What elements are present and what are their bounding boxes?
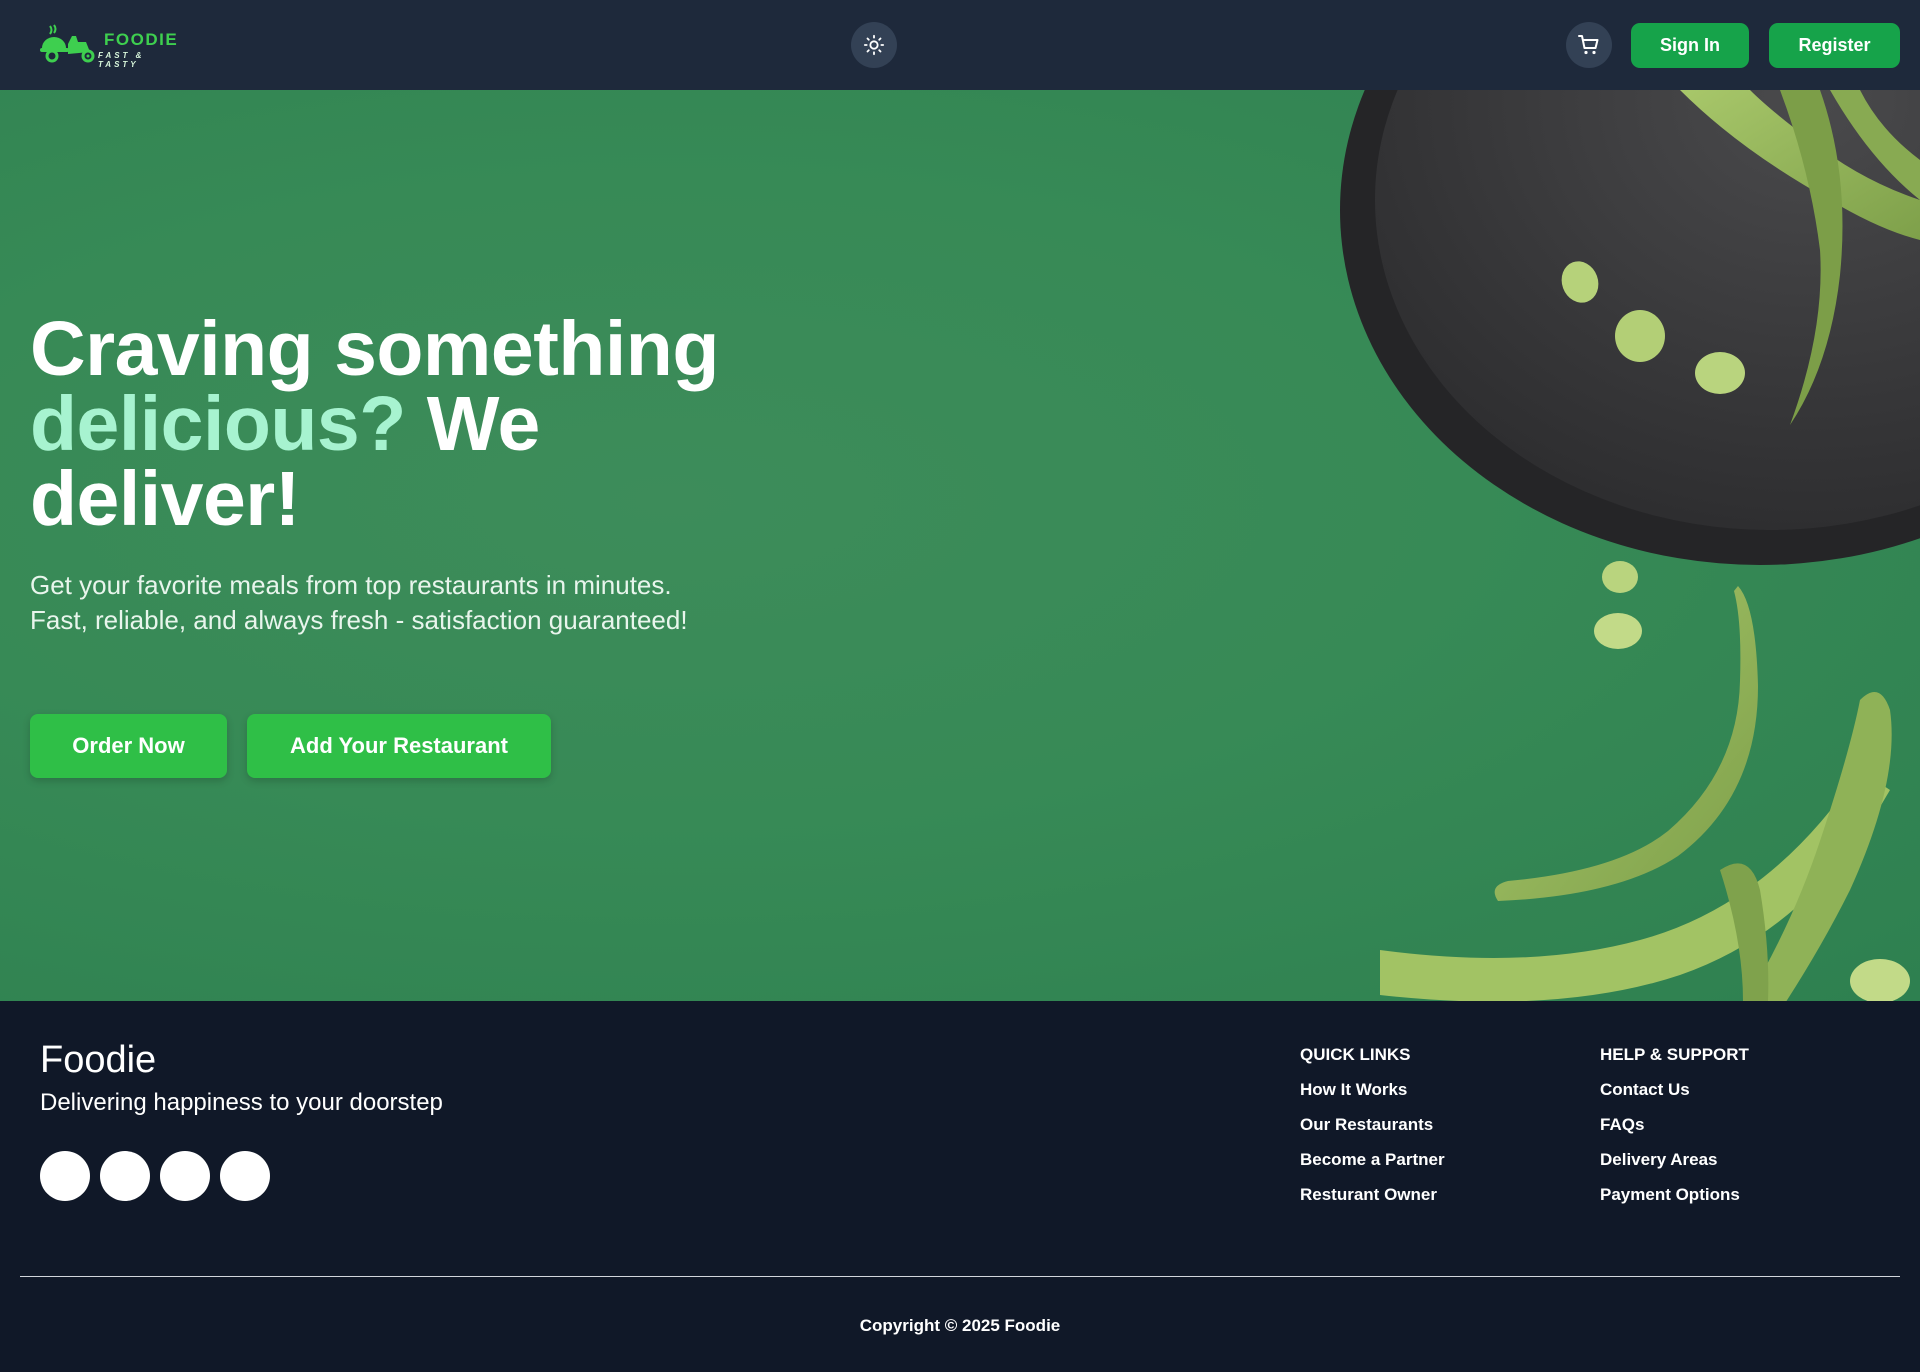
- link-delivery-areas[interactable]: Delivery Areas: [1600, 1150, 1749, 1170]
- quick-links-heading: QUICK LINKS: [1300, 1045, 1411, 1064]
- link-become-a-partner[interactable]: Become a Partner: [1300, 1150, 1445, 1170]
- social-links: [40, 1151, 270, 1201]
- link-restaurant-owner[interactable]: Resturant Owner: [1300, 1185, 1445, 1205]
- footer-divider: [20, 1276, 1900, 1277]
- hero-background-image: [1340, 90, 1920, 1001]
- social-icon-4[interactable]: [220, 1151, 270, 1201]
- logo-tagline: FAST & TASTY: [98, 51, 145, 69]
- top-navbar: FOODIE FAST & TASTY Sign In Register: [0, 0, 1920, 90]
- add-restaurant-button[interactable]: Add Your Restaurant: [247, 714, 551, 778]
- theme-toggle-button[interactable]: [851, 22, 897, 68]
- help-support-heading: HELP & SUPPORT: [1600, 1045, 1749, 1064]
- logo-name: FOODIE: [104, 30, 179, 49]
- hero-headline: Craving something delicious? We deliver!: [30, 311, 830, 538]
- headline-line-2-rest: We: [405, 381, 541, 467]
- sun-icon: [863, 34, 885, 56]
- hero-section: Craving something delicious? We deliver!…: [0, 90, 1920, 1001]
- copyright-text: Copyright © 2025 Foodie: [859, 1316, 1061, 1335]
- link-our-restaurants[interactable]: Our Restaurants: [1300, 1115, 1445, 1135]
- shopping-cart-icon: [1578, 35, 1599, 55]
- headline-line-3: deliver!: [30, 456, 300, 542]
- link-payment-options[interactable]: Payment Options: [1600, 1185, 1749, 1205]
- social-icon-2[interactable]: [100, 1151, 150, 1201]
- footer-brand: Foodie: [40, 1039, 157, 1081]
- link-how-it-works[interactable]: How It Works: [1300, 1080, 1445, 1100]
- site-footer: Foodie Delivering happiness to your door…: [0, 1001, 1920, 1372]
- footer-tagline: Delivering happiness to your doorstep: [40, 1089, 443, 1116]
- register-button[interactable]: Register: [1769, 23, 1900, 68]
- headline-accent-word: delicious?: [30, 381, 406, 467]
- foodie-logo[interactable]: FOODIE FAST & TASTY: [40, 22, 190, 69]
- social-icon-3[interactable]: [160, 1151, 210, 1201]
- help-support-column: HELP & SUPPORT Contact Us FAQs Delivery …: [1600, 1045, 1749, 1220]
- link-contact-us[interactable]: Contact Us: [1600, 1080, 1749, 1100]
- delivery-scooter-icon: [40, 24, 95, 63]
- order-now-button[interactable]: Order Now: [30, 714, 227, 778]
- sign-in-button[interactable]: Sign In: [1631, 23, 1749, 68]
- social-icon-1[interactable]: [40, 1151, 90, 1201]
- link-faqs[interactable]: FAQs: [1600, 1115, 1749, 1135]
- cart-button[interactable]: [1566, 22, 1612, 68]
- headline-line-1: Craving something: [30, 306, 719, 392]
- quick-links-column: QUICK LINKS How It Works Our Restaurants…: [1300, 1045, 1445, 1220]
- hero-subtitle: Get your favorite meals from top restaur…: [30, 570, 688, 635]
